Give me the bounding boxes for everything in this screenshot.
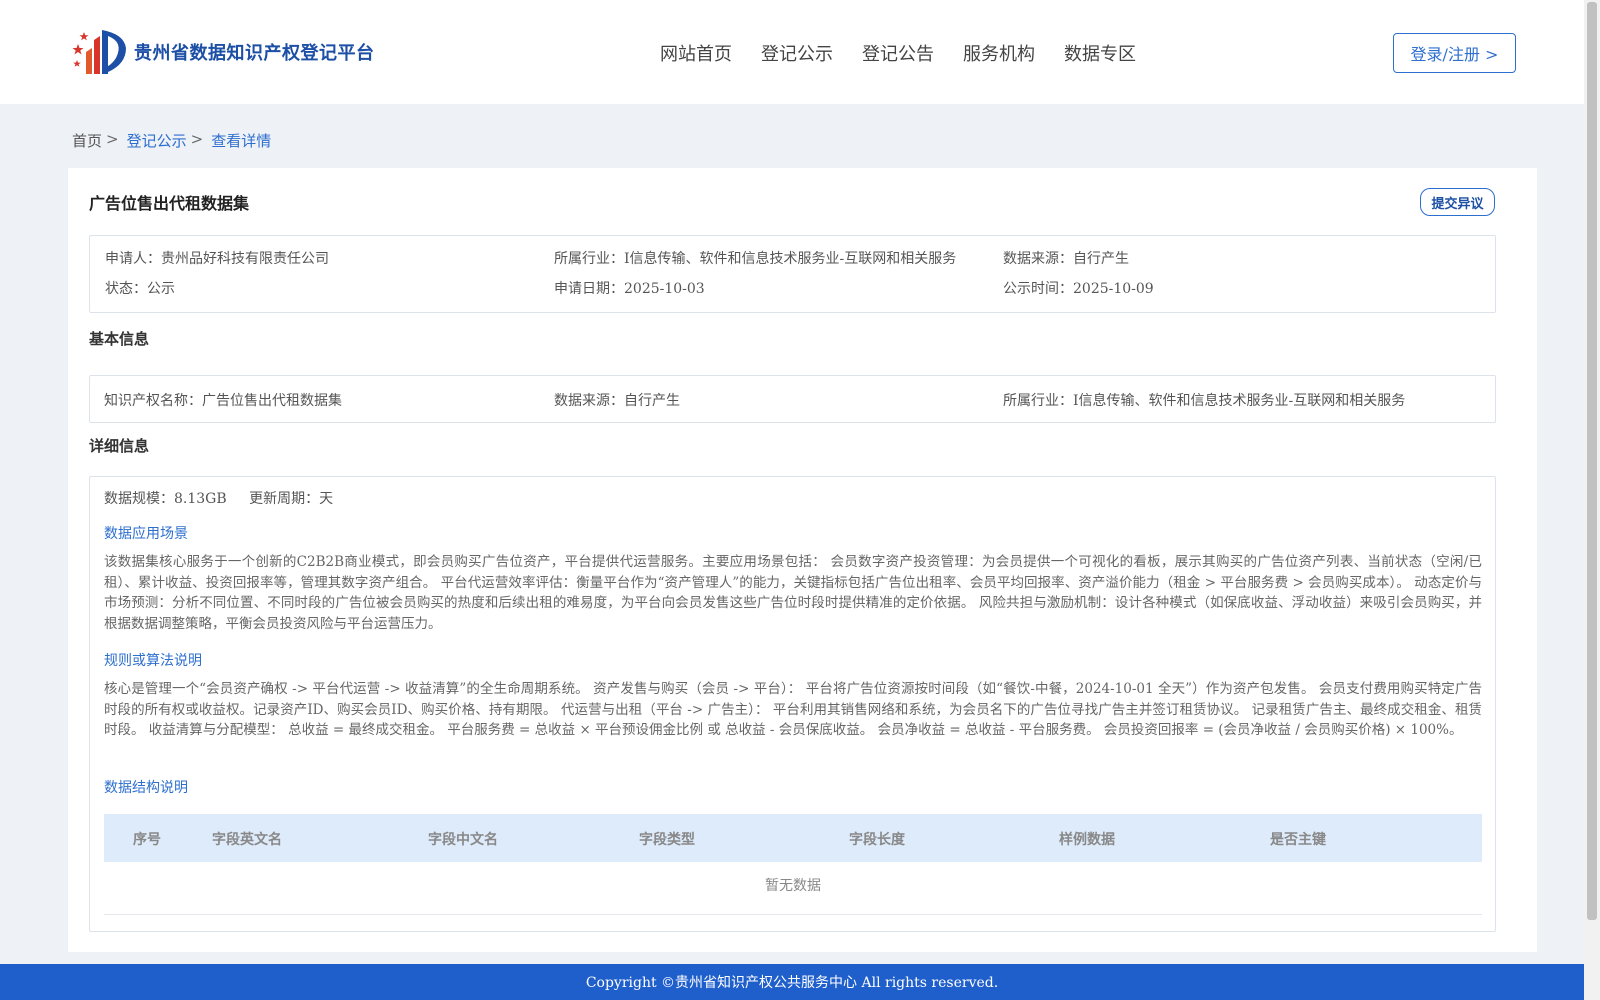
- basic-data-source-field: 数据来源：自行产生: [554, 390, 680, 410]
- applicant-field: 申请人：贵州品好科技有限责任公司: [105, 248, 329, 268]
- page-title: 广告位售出代租数据集: [89, 194, 250, 213]
- site-logo[interactable]: 贵州省数据知识产权登记平台: [72, 26, 375, 78]
- status-value: 公示: [147, 281, 175, 297]
- applicant-label: 申请人：: [105, 251, 161, 267]
- page-scrollbar[interactable]: [1584, 0, 1600, 1000]
- update-cycle-value: 天: [319, 491, 334, 507]
- nav-home[interactable]: 网站首页: [660, 40, 732, 66]
- status-label: 状态：: [105, 281, 147, 297]
- industry-label: 所属行业：: [554, 251, 624, 267]
- data-scale-label: 数据规模：: [104, 491, 174, 507]
- application-scene-text: 该数据集核心服务于一个创新的C2B2B商业模式，即会员购买广告位资产，平台提供代…: [104, 554, 1482, 632]
- basic-industry-field: 所属行业：I信息传输、软件和信息技术服务业-互联网和相关服务: [1003, 390, 1405, 410]
- rule-algorithm-heading: 规则或算法说明: [104, 653, 202, 669]
- column-header-field-type: 字段类型: [639, 832, 695, 848]
- ip-name-label: 知识产权名称：: [104, 393, 202, 409]
- nav-registration-publicity[interactable]: 登记公示: [761, 40, 833, 66]
- submit-objection-button[interactable]: 提交异议: [1420, 188, 1495, 216]
- applicant-value: 贵州品好科技有限责任公司: [161, 251, 329, 267]
- scrollbar-thumb[interactable]: [1587, 2, 1597, 920]
- site-footer: Copyright ©贵州省知识产权公共服务中心 All rights rese…: [0, 964, 1584, 1000]
- apply-date-value: 2025-10-03: [624, 281, 705, 297]
- detail-info-heading: 详细信息: [89, 437, 150, 455]
- breadcrumb-separator: >: [106, 130, 119, 148]
- basic-industry-label: 所属行业：: [1003, 393, 1073, 409]
- column-header-field-chinese: 字段中文名: [428, 832, 498, 848]
- data-structure-table-header: 序号 字段英文名 字段中文名 字段类型 字段长度 样例数据 是否主键: [104, 814, 1482, 862]
- site-name: 贵州省数据知识产权登记平台: [134, 43, 375, 64]
- column-header-field-length: 字段长度: [849, 832, 905, 848]
- ip-name-value: 广告位售出代租数据集: [202, 393, 342, 409]
- nav-service-agencies[interactable]: 服务机构: [963, 40, 1035, 66]
- update-cycle-label: 更新周期：: [249, 491, 320, 507]
- nav-data-zone[interactable]: 数据专区: [1064, 40, 1136, 66]
- detail-info-panel: 数据规模：8.13GB 更新周期：天 数据应用场景 该数据集核心服务于一个创新的…: [89, 476, 1496, 932]
- nav-registration-announcement[interactable]: 登记公告: [862, 40, 934, 66]
- column-header-primary-key: 是否主键: [1270, 832, 1326, 848]
- apply-date-label: 申请日期：: [554, 281, 624, 297]
- detail-card: 广告位售出代租数据集 提交异议 申请人：贵州品好科技有限责任公司 所属行业：I信…: [68, 168, 1537, 952]
- status-field: 状态：公示: [105, 278, 175, 298]
- column-header-field-english: 字段英文名: [212, 832, 282, 848]
- footer-copyright: Copyright ©贵州省知识产权公共服务中心 All rights rese…: [585, 975, 999, 991]
- column-header-sample-data: 样例数据: [1059, 832, 1115, 848]
- basic-info-panel: 知识产权名称：广告位售出代租数据集 数据来源：自行产生 所属行业：I信息传输、软…: [89, 375, 1496, 423]
- ip-name-field: 知识产权名称：广告位售出代租数据集: [104, 390, 342, 410]
- scale-cycle-row: 数据规模：8.13GB 更新周期：天: [104, 488, 333, 508]
- basic-industry-value: I信息传输、软件和信息技术服务业-互联网和相关服务: [1073, 393, 1406, 409]
- data-source-value: 自行产生: [1073, 251, 1129, 267]
- summary-panel: 申请人：贵州品好科技有限责任公司 所属行业：I信息传输、软件和信息技术服务业-互…: [89, 235, 1496, 313]
- industry-value: I信息传输、软件和信息技术服务业-互联网和相关服务: [624, 251, 957, 267]
- login-register-button[interactable]: 登录/注册 >: [1393, 33, 1516, 73]
- breadcrumb: 首页 > 登记公示 > 查看详情: [72, 130, 271, 151]
- main-nav: 网站首页 登记公示 登记公告 服务机构 数据专区: [660, 40, 1165, 66]
- application-scene-heading: 数据应用场景: [104, 526, 188, 542]
- basic-info-heading: 基本信息: [89, 330, 150, 348]
- publicity-time-value: 2025-10-09: [1073, 281, 1154, 297]
- rule-algorithm-text: 核心是管理一个“会员资产确权 -> 平台代运营 -> 收益清算”的全生命周期系统…: [104, 681, 1482, 738]
- basic-data-source-label: 数据来源：: [554, 393, 624, 409]
- logo-emblem-icon: [72, 30, 126, 74]
- breadcrumb-registration-publicity[interactable]: 登记公示: [127, 130, 187, 151]
- data-source-label: 数据来源：: [1003, 251, 1073, 267]
- breadcrumb-view-details: 查看详情: [211, 132, 272, 150]
- breadcrumb-home[interactable]: 首页: [72, 130, 102, 151]
- industry-field: 所属行业：I信息传输、软件和信息技术服务业-互联网和相关服务: [554, 248, 956, 268]
- breadcrumb-separator: >: [190, 130, 204, 148]
- apply-date-field: 申请日期：2025-10-03: [554, 278, 705, 298]
- table-empty-text: 暂无数据: [765, 878, 821, 894]
- site-header: 贵州省数据知识产权登记平台 网站首页 登记公示 登记公告 服务机构 数据专区 登…: [0, 0, 1584, 104]
- basic-data-source-value: 自行产生: [624, 393, 680, 409]
- data-scale-value: 8.13GB: [174, 491, 227, 507]
- column-header-index: 序号: [133, 832, 161, 848]
- data-source-field: 数据来源：自行产生: [1003, 248, 1129, 268]
- data-structure-heading: 数据结构说明: [104, 780, 188, 796]
- table-divider: [104, 914, 1482, 915]
- publicity-time-field: 公示时间：2025-10-09: [1003, 278, 1154, 298]
- publicity-time-label: 公示时间：: [1003, 281, 1073, 297]
